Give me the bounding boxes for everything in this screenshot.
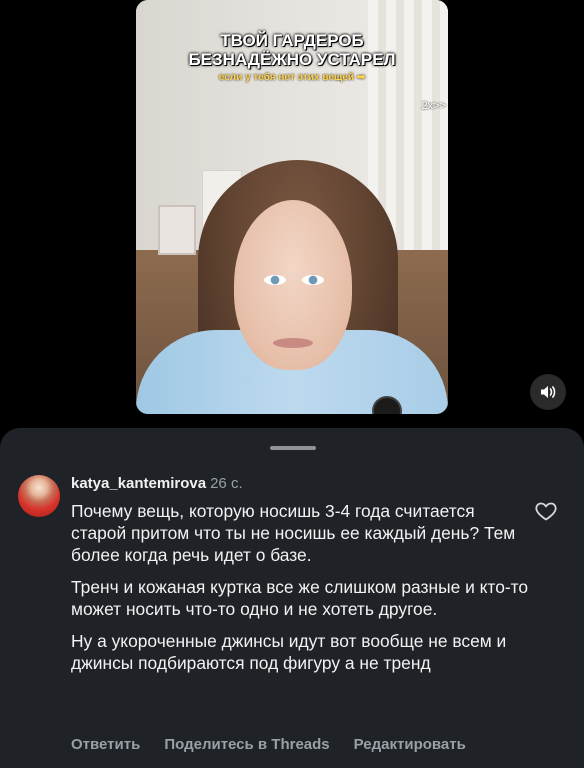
playback-speed-indicator: 2x>> bbox=[421, 100, 446, 112]
comment-meta: katya_kantemirova 26 с. bbox=[71, 473, 531, 495]
video-player[interactable]: ТВОЙ ГАРДЕРОБ БЕЗНАДЁЖНО УСТАРЕЛ если у … bbox=[136, 0, 448, 414]
sound-toggle-button[interactable] bbox=[530, 374, 566, 410]
video-title-line2: БЕЗНАДЁЖНО УСТАРЕЛ bbox=[188, 50, 396, 69]
comment-actions: Ответить Поделитесь в Threads Редактиров… bbox=[71, 736, 466, 753]
video-subtitle: если у тебя нет этих вещей ➡ bbox=[218, 72, 366, 83]
video-title-line1: ТВОЙ ГАРДЕРОБ bbox=[220, 31, 364, 50]
share-threads-button[interactable]: Поделитесь в Threads bbox=[164, 736, 329, 753]
comments-sheet: katya_kantemirova 26 с. Почему вещь, кото… bbox=[0, 428, 584, 768]
video-title: ТВОЙ ГАРДЕРОБ БЕЗНАДЁЖНО УСТАРЕЛ bbox=[136, 31, 448, 69]
comment-time: 26 с. bbox=[210, 475, 243, 492]
avatar[interactable] bbox=[18, 475, 60, 517]
comment-paragraph: Почему вещь, которую носишь 3-4 года счи… bbox=[71, 501, 516, 565]
edit-button[interactable]: Редактировать bbox=[354, 736, 466, 753]
heart-icon bbox=[535, 502, 557, 521]
comment: katya_kantemirova 26 с. Почему вещь, кото… bbox=[71, 473, 531, 684]
video-person-eye-right bbox=[302, 275, 324, 285]
sheet-drag-handle[interactable] bbox=[270, 446, 316, 450]
video-person-lips bbox=[273, 338, 313, 348]
reply-button[interactable]: Ответить bbox=[71, 736, 140, 753]
like-button[interactable] bbox=[534, 499, 558, 523]
video-person-eye-left bbox=[264, 275, 286, 285]
comment-paragraph: Тренч и кожаная куртка все же слишком ра… bbox=[71, 577, 529, 619]
comment-username[interactable]: katya_kantemirova bbox=[71, 475, 206, 492]
video-wall-frame bbox=[158, 205, 196, 255]
comment-paragraph: Ну а укороченные джинсы идут вот вообще … bbox=[71, 631, 507, 673]
speaker-icon bbox=[541, 386, 556, 398]
